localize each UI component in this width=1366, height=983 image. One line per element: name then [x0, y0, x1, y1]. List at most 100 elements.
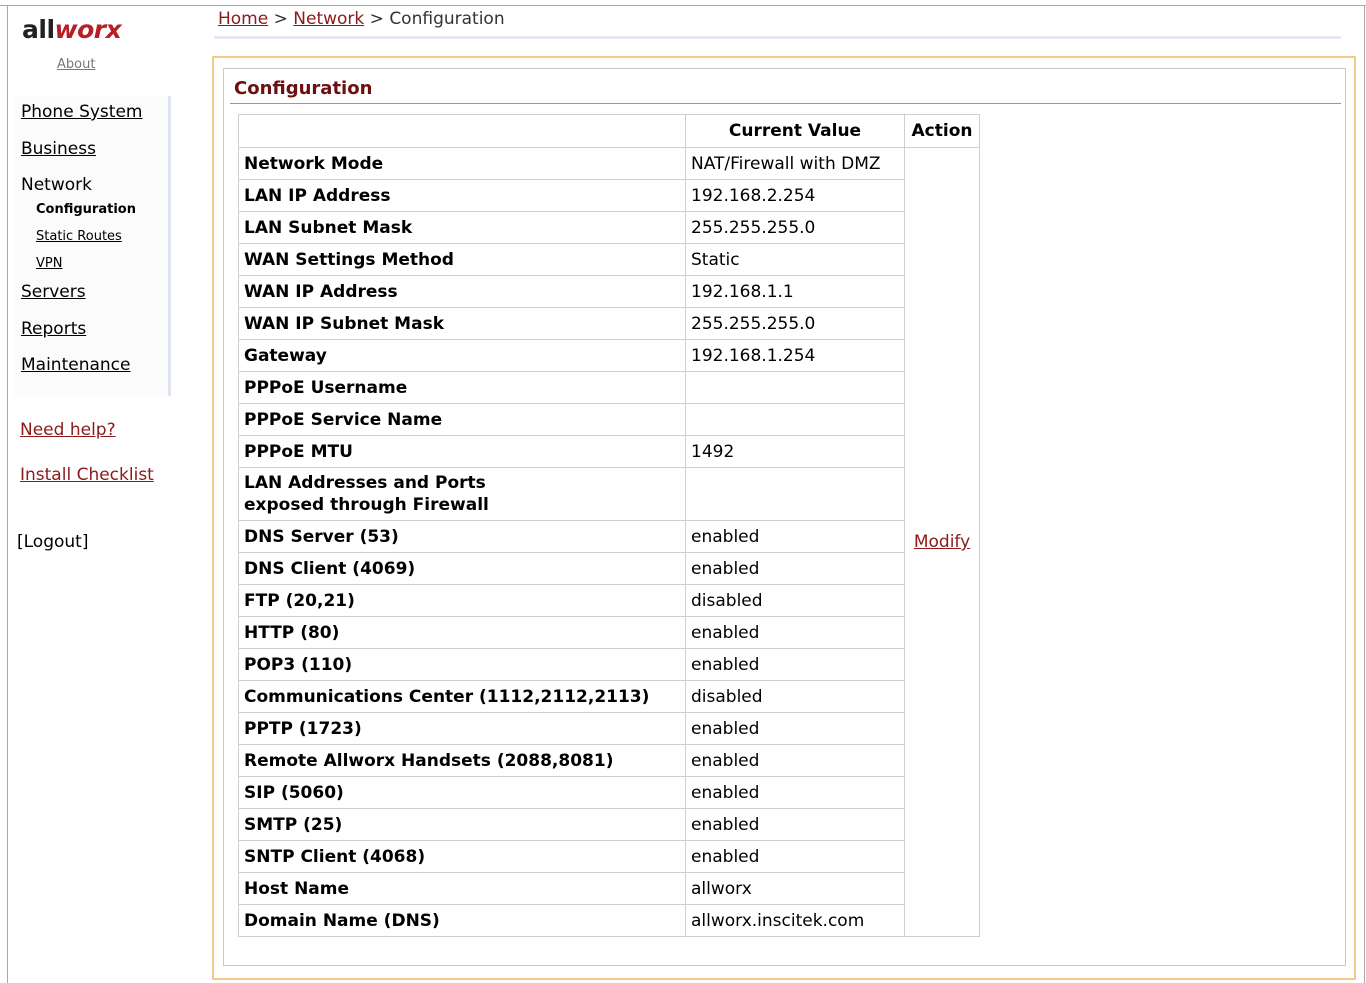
table-row: Host Name allworx [238, 872, 980, 905]
row-label: Domain Name (DNS) [238, 904, 686, 937]
table-row: DNS Client (4069) enabled [238, 552, 980, 585]
logout-link[interactable]: [Logout] [17, 532, 88, 552]
table-row: LAN IP Address 192.168.2.254 [238, 179, 980, 212]
row-label: WAN IP Address [238, 275, 686, 308]
row-value: enabled [685, 712, 905, 745]
logo-text-part-2: worx [54, 15, 122, 44]
table-row: Remote Allworx Handsets (2088,8081) enabl… [238, 744, 980, 777]
table-row: LAN Addresses and Ports exposed through … [238, 467, 980, 521]
table-row: FTP (20,21) disabled [238, 584, 980, 617]
row-label: DNS Client (4069) [238, 552, 686, 585]
table-row: LAN Subnet Mask 255.255.255.0 [238, 211, 980, 244]
nav-sub-static-routes[interactable]: Static Routes [36, 229, 122, 244]
window-frame-top [0, 5, 1366, 6]
nav-sub-configuration[interactable]: Configuration [36, 202, 136, 217]
row-value [685, 403, 905, 436]
nav-servers[interactable]: Servers [21, 282, 86, 302]
allworx-logo: allworx [22, 15, 122, 44]
row-value: NAT/Firewall with DMZ [685, 147, 905, 180]
row-label: Network Mode [238, 147, 686, 180]
row-label: Remote Allworx Handsets (2088,8081) [238, 744, 686, 777]
table-row: WAN IP Address 192.168.1.1 [238, 275, 980, 308]
table-row: PPPoE Username [238, 371, 980, 404]
table-row: SIP (5060) enabled [238, 776, 980, 809]
breadcrumb-separator: > [369, 9, 384, 29]
header-action: Action [904, 114, 980, 148]
table-row: PPPoE MTU 1492 [238, 435, 980, 468]
row-value: 192.168.2.254 [685, 179, 905, 212]
breadcrumb: Home > Network > Configuration [218, 9, 505, 29]
breadcrumb-divider [214, 36, 1341, 39]
table-body: Network Mode NAT/Firewall with DMZ Modify L… [238, 147, 980, 937]
row-label: WAN IP Subnet Mask [238, 307, 686, 340]
row-value: enabled [685, 648, 905, 681]
table-row: SMTP (25) enabled [238, 808, 980, 841]
row-label: DNS Server (53) [238, 520, 686, 553]
row-label: HTTP (80) [238, 616, 686, 649]
row-value: enabled [685, 552, 905, 585]
row-value: enabled [685, 808, 905, 841]
header-current-value: Current Value [685, 114, 905, 148]
header-setting [238, 114, 686, 148]
table-row: PPTP (1723) enabled [238, 712, 980, 745]
row-label: PPPoE Service Name [238, 403, 686, 436]
nav-phone-system[interactable]: Phone System [21, 102, 142, 122]
action-cell: Modify [904, 147, 980, 937]
row-value: enabled [685, 520, 905, 553]
table-row: WAN Settings Method Static [238, 243, 980, 276]
table-row: Gateway 192.168.1.254 [238, 339, 980, 372]
table-row: Communications Center (1112,2112,2113) di… [238, 680, 980, 713]
nav-reports[interactable]: Reports [21, 319, 86, 339]
row-label: LAN Subnet Mask [238, 211, 686, 244]
row-label: PPTP (1723) [238, 712, 686, 745]
breadcrumb-current: Configuration [389, 9, 505, 29]
row-value: 255.255.255.0 [685, 211, 905, 244]
table-header-row: Current Value Action [238, 114, 980, 148]
breadcrumb-separator: > [273, 9, 288, 29]
row-label: FTP (20,21) [238, 584, 686, 617]
logo-text-part-1: all [22, 15, 55, 44]
row-value [685, 467, 905, 521]
row-value: enabled [685, 776, 905, 809]
breadcrumb-home[interactable]: Home [218, 9, 268, 29]
row-value: 192.168.1.254 [685, 339, 905, 372]
breadcrumb-network[interactable]: Network [293, 9, 364, 29]
row-value: allworx [685, 872, 905, 905]
install-checklist-link[interactable]: Install Checklist [20, 465, 154, 485]
nav-business[interactable]: Business [21, 139, 96, 159]
table-row: HTTP (80) enabled [238, 616, 980, 649]
title-divider [230, 103, 1341, 104]
table-row: SNTP Client (4068) enabled [238, 840, 980, 873]
need-help-link[interactable]: Need help? [20, 420, 116, 440]
table-row: WAN IP Subnet Mask 255.255.255.0 [238, 307, 980, 340]
row-label: LAN Addresses and Ports exposed through … [238, 467, 686, 521]
window-frame-left [7, 5, 8, 983]
row-value: 1492 [685, 435, 905, 468]
nav-sub-vpn[interactable]: VPN [36, 256, 62, 271]
row-label: SIP (5060) [238, 776, 686, 809]
modify-link[interactable]: Modify [914, 532, 970, 552]
sidebar-nav: Phone System Business Network Configurat… [14, 96, 171, 396]
nav-network[interactable]: Network [21, 175, 92, 195]
row-value [685, 371, 905, 404]
row-label: PPPoE Username [238, 371, 686, 404]
table-row: Domain Name (DNS) allworx.inscitek.com [238, 904, 980, 937]
row-value: enabled [685, 616, 905, 649]
row-value: 192.168.1.1 [685, 275, 905, 308]
row-label: LAN IP Address [238, 179, 686, 212]
nav-maintenance[interactable]: Maintenance [21, 355, 130, 375]
row-value: disabled [685, 680, 905, 713]
table-row: PPPoE Service Name [238, 403, 980, 436]
row-value: allworx.inscitek.com [685, 904, 905, 937]
row-value: 255.255.255.0 [685, 307, 905, 340]
row-label: WAN Settings Method [238, 243, 686, 276]
row-value: Static [685, 243, 905, 276]
row-label: SMTP (25) [238, 808, 686, 841]
row-value: enabled [685, 840, 905, 873]
row-label: Communications Center (1112,2112,2113) [238, 680, 686, 713]
about-link[interactable]: About [57, 57, 95, 72]
row-label: Gateway [238, 339, 686, 372]
row-value: disabled [685, 584, 905, 617]
window-frame-right [1364, 5, 1365, 983]
row-label: SNTP Client (4068) [238, 840, 686, 873]
